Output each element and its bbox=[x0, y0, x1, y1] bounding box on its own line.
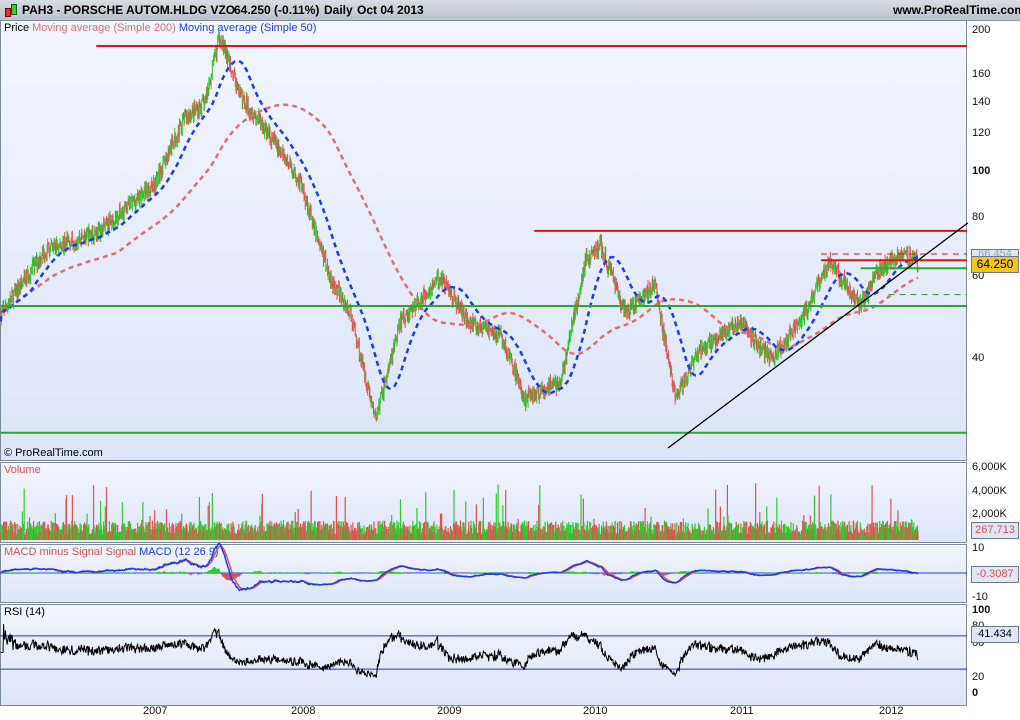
tick: 40 bbox=[972, 352, 985, 364]
tick: 6,000K bbox=[972, 461, 1007, 473]
tick: 200 bbox=[972, 24, 991, 36]
last-price-label: 64.250 bbox=[971, 256, 1019, 273]
x-tick: 2009 bbox=[437, 705, 462, 717]
signal-line bbox=[0, 544, 919, 590]
tick: 120 bbox=[972, 127, 991, 139]
tick: 4,000K bbox=[972, 485, 1007, 497]
ma200-line bbox=[0, 103, 919, 356]
tick: 0 bbox=[972, 687, 979, 699]
x-tick: 2008 bbox=[291, 705, 316, 717]
x-tick: 2010 bbox=[583, 705, 608, 717]
tick: 100 bbox=[972, 604, 991, 616]
tick: 20 bbox=[972, 671, 985, 683]
last-volume-label: 267,713 bbox=[971, 522, 1019, 539]
macd-line bbox=[0, 542, 919, 592]
chart-canvas bbox=[0, 28, 968, 678]
tick: 100 bbox=[972, 165, 991, 177]
tick: -10 bbox=[972, 591, 988, 603]
tick: 160 bbox=[972, 68, 991, 80]
tick: 140 bbox=[972, 96, 991, 108]
last-macd-label: -0.3087 bbox=[971, 566, 1019, 583]
tick: 80 bbox=[972, 211, 985, 223]
x-tick: 2007 bbox=[143, 705, 168, 717]
x-tick: 2012 bbox=[879, 705, 904, 717]
x-tick: 2011 bbox=[730, 705, 754, 717]
last-rsi-label: 41.434 bbox=[971, 626, 1019, 643]
tick: 2,000K bbox=[972, 508, 1007, 520]
tick: 10 bbox=[972, 542, 985, 554]
